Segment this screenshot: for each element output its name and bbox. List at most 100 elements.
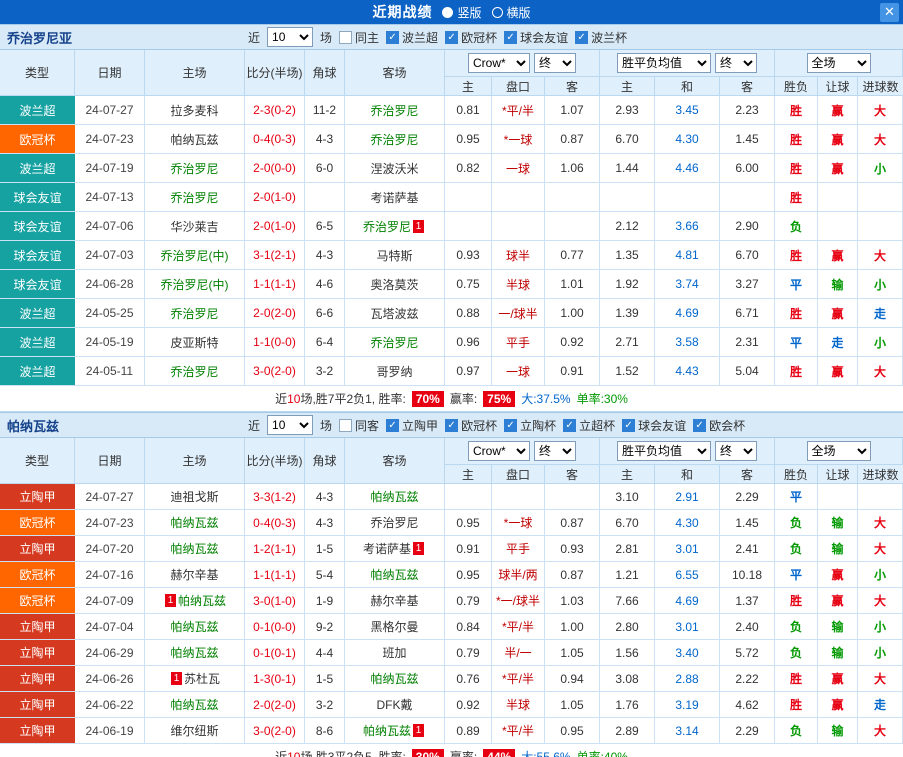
same-home-checkbox[interactable]: 同主	[339, 29, 379, 46]
home-team[interactable]: 华沙莱吉	[145, 212, 245, 241]
away-team[interactable]: 帕纳瓦兹	[345, 484, 445, 510]
home-team[interactable]: 帕纳瓦兹	[145, 536, 245, 562]
league-filter-checkbox[interactable]: ✓ 波兰杯	[575, 29, 627, 46]
away-team[interactable]: DFK戴	[345, 692, 445, 718]
league-filter-checkbox[interactable]: ✓ 球会友谊	[622, 417, 686, 434]
checkbox-checked-icon: ✓	[445, 30, 459, 44]
col-score: 比分(半场)	[245, 50, 305, 96]
corner-count: 6-6	[305, 299, 345, 328]
away-team[interactable]: 考诺萨基	[345, 183, 445, 212]
match-score: 1-2(1-1)	[245, 536, 305, 562]
away-team[interactable]: 哥罗纳	[345, 357, 445, 386]
away-team[interactable]: 乔治罗尼	[345, 125, 445, 154]
avg-away-odds: 2.90	[720, 212, 775, 241]
away-team[interactable]: 黑格尔曼	[345, 614, 445, 640]
result-goals	[858, 183, 903, 212]
home-team[interactable]: 拉多麦科	[145, 96, 245, 125]
avg-draw-odds: 3.66	[655, 212, 720, 241]
home-team[interactable]: 1 苏杜瓦	[145, 666, 245, 692]
home-team[interactable]: 乔治罗尼	[145, 299, 245, 328]
result-goals	[858, 484, 903, 510]
home-team[interactable]: 帕纳瓦兹	[145, 510, 245, 536]
match-score: 0-1(0-1)	[245, 640, 305, 666]
odds-time-select[interactable]: 终	[534, 53, 576, 73]
handicap-line: *平/半	[492, 666, 545, 692]
league-filter-checkbox[interactable]: ✓ 欧冠杯	[445, 417, 497, 434]
league-filter-checkbox[interactable]: ✓ 立陶甲	[386, 417, 438, 434]
avg-odds-select[interactable]: 胜平负均值	[617, 53, 711, 73]
home-team[interactable]: 帕纳瓦兹	[145, 692, 245, 718]
league-badge: 立陶甲	[0, 666, 75, 692]
home-team[interactable]: 乔治罗尼	[145, 357, 245, 386]
away-team[interactable]: 奥洛莫茨	[345, 270, 445, 299]
layout-radio-vertical[interactable]: 竖版	[442, 4, 482, 21]
home-team[interactable]: 帕纳瓦兹	[145, 125, 245, 154]
corner-count	[305, 183, 345, 212]
home-team-name: 皮亚斯特	[170, 335, 219, 350]
result-wdl: 胜	[775, 666, 818, 692]
odds-source-select[interactable]: Crow*	[468, 53, 530, 73]
home-team[interactable]: 乔治罗尼	[145, 183, 245, 212]
close-icon[interactable]: ✕	[880, 3, 899, 22]
col-handicap-result: 让球	[818, 465, 858, 484]
away-team[interactable]: 班加	[345, 640, 445, 666]
away-odds: 1.05	[545, 640, 600, 666]
away-team[interactable]: 乔治罗尼 1	[345, 212, 445, 241]
avg-away-odds: 2.40	[720, 614, 775, 640]
away-team[interactable]: 考诺萨基 1	[345, 536, 445, 562]
fulltime-select[interactable]: 全场	[806, 441, 871, 461]
match-score: 1-3(0-1)	[245, 666, 305, 692]
league-filter-label: 欧冠杯	[461, 30, 498, 45]
away-team[interactable]: 马特斯	[345, 241, 445, 270]
home-team[interactable]: 皮亚斯特	[145, 328, 245, 357]
col-date: 日期	[75, 50, 145, 96]
away-team[interactable]: 乔治罗尼	[345, 96, 445, 125]
home-team[interactable]: 迪祖戈斯	[145, 484, 245, 510]
away-team-name: 赫尔辛基	[370, 594, 419, 608]
match-count-select[interactable]: 10	[267, 27, 314, 47]
home-team[interactable]: 维尔纽斯	[145, 718, 245, 744]
col-date: 日期	[75, 438, 145, 484]
home-team[interactable]: 1 帕纳瓦兹	[145, 588, 245, 614]
home-team-name: 帕纳瓦兹	[170, 132, 219, 147]
league-filter-checkbox[interactable]: ✓ 立陶杯	[504, 417, 556, 434]
red-card-icon: 1	[164, 594, 176, 607]
home-team[interactable]: 赫尔辛基	[145, 562, 245, 588]
away-team[interactable]: 瓦塔波兹	[345, 299, 445, 328]
odds-time-select[interactable]: 终	[534, 441, 576, 461]
layout-radio-horizontal[interactable]: 横版	[491, 4, 531, 21]
table-row: 球会友谊 24-06-28 乔治罗尼(中) 1-1(1-1) 4-6 奥洛莫茨 0.75 半球…	[0, 270, 903, 299]
league-filter-checkbox[interactable]: ✓ 波兰超	[386, 29, 438, 46]
table-row: 立陶甲 24-07-04 帕纳瓦兹 0-1(0-0) 9-2 黑格尔曼 0.84 *平/半 1.…	[0, 614, 903, 640]
same-away-checkbox[interactable]: 同客	[339, 417, 379, 434]
league-filter-checkbox[interactable]: ✓ 立超杯	[563, 417, 615, 434]
home-team[interactable]: 乔治罗尼(中)	[145, 270, 245, 299]
league-filter-checkbox[interactable]: ✓ 欧冠杯	[445, 29, 497, 46]
avg-time-select[interactable]: 终	[715, 441, 757, 461]
away-team[interactable]: 帕纳瓦兹 1	[345, 718, 445, 744]
odds-rate-badge: 44%	[483, 748, 516, 757]
away-team[interactable]: 帕纳瓦兹	[345, 562, 445, 588]
home-team[interactable]: 帕纳瓦兹	[145, 614, 245, 640]
away-team[interactable]: 涅波沃米	[345, 154, 445, 183]
odds-source-select[interactable]: Crow*	[468, 441, 530, 461]
result-handicap: 输	[818, 718, 858, 744]
footer-text: 近10场,胜7平2负1, 胜率:	[275, 392, 406, 406]
home-team[interactable]: 乔治罗尼	[145, 154, 245, 183]
away-team[interactable]: 乔治罗尼	[345, 328, 445, 357]
match-count-select[interactable]: 10	[267, 415, 314, 435]
fulltime-select[interactable]: 全场	[806, 53, 871, 73]
away-team[interactable]: 帕纳瓦兹	[345, 666, 445, 692]
home-team[interactable]: 乔治罗尼(中)	[145, 241, 245, 270]
table-row: 立陶甲 24-06-19 维尔纽斯 3-0(2-0) 8-6 帕纳瓦兹 1 0.89 *平/半 0…	[0, 718, 903, 744]
away-team[interactable]: 赫尔辛基	[345, 588, 445, 614]
avg-time-select[interactable]: 终	[715, 53, 757, 73]
result-goals: 大	[858, 536, 903, 562]
league-filter-checkbox[interactable]: ✓ 球会友谊	[504, 29, 568, 46]
away-team[interactable]: 乔治罗尼	[345, 510, 445, 536]
league-filter-checkbox[interactable]: ✓ 欧会杯	[693, 417, 745, 434]
avg-odds-group: 胜平负均值 终	[600, 50, 775, 77]
avg-odds-select[interactable]: 胜平负均值	[617, 441, 711, 461]
home-team[interactable]: 帕纳瓦兹	[145, 640, 245, 666]
table-row: 波兰超 24-05-25 乔治罗尼 2-0(2-0) 6-6 瓦塔波兹 0.88 一/球半 1.…	[0, 299, 903, 328]
